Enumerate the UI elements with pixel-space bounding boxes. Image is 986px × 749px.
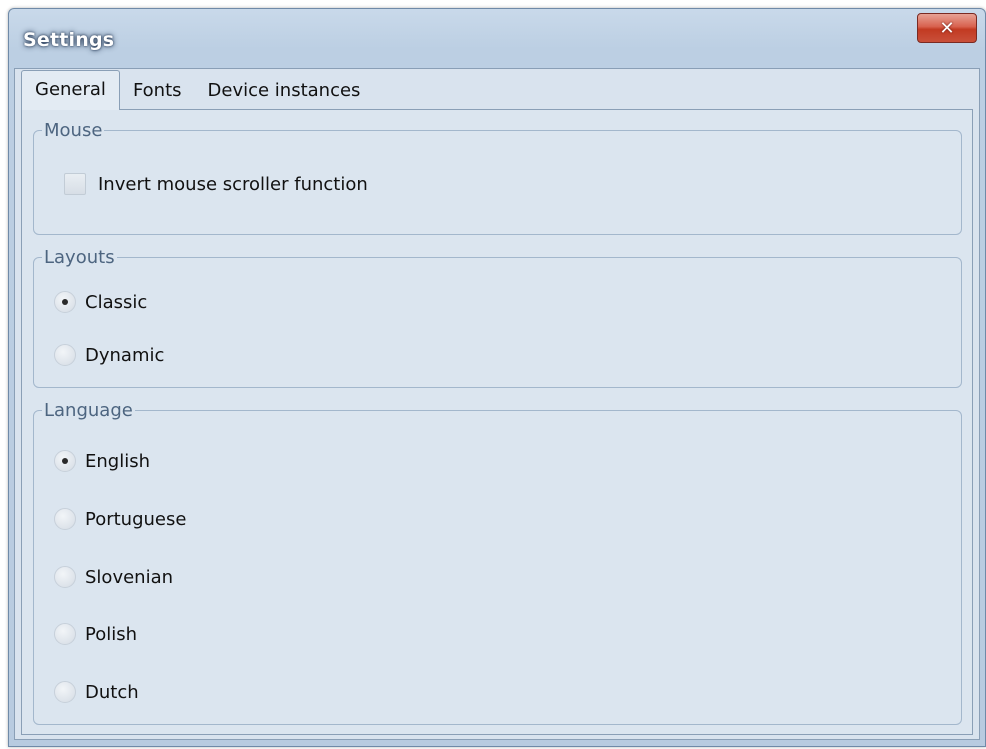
slovenian-label: Slovenian (85, 566, 174, 588)
dutch-label: Dutch (85, 681, 139, 703)
mouse-group-legend: Mouse (44, 120, 103, 141)
close-icon: ✕ (939, 17, 955, 39)
title-bar[interactable]: Settings ✕ (9, 9, 985, 67)
general-tab-panel: Mouse Invert mouse scroller function Lay… (21, 109, 973, 735)
layout-option-classic[interactable]: Classic (54, 288, 147, 316)
language-option-english[interactable]: English (54, 447, 150, 475)
portuguese-radio[interactable] (54, 508, 76, 530)
tab-general[interactable]: General (21, 70, 120, 110)
close-button[interactable]: ✕ (917, 13, 977, 43)
layouts-group: Layouts Classic Dynamic (33, 247, 962, 388)
language-option-slovenian[interactable]: Slovenian (54, 563, 173, 591)
window-title: Settings (23, 29, 115, 51)
invert-scroller-option[interactable]: Invert mouse scroller function (64, 170, 368, 198)
language-option-polish[interactable]: Polish (54, 620, 137, 648)
language-option-dutch[interactable]: Dutch (54, 678, 139, 706)
language-group: Language English Portuguese Slovenian Po… (33, 400, 962, 725)
classic-label: Classic (85, 291, 148, 313)
tab-fonts[interactable]: Fonts (120, 73, 195, 109)
polish-radio[interactable] (54, 623, 76, 645)
polish-label: Polish (85, 623, 138, 645)
tab-strip: General Fonts Device instances (21, 69, 374, 110)
dynamic-radio[interactable] (54, 344, 76, 366)
layouts-group-legend: Layouts (44, 247, 115, 268)
dutch-radio[interactable] (54, 681, 76, 703)
tab-device-instances[interactable]: Device instances (195, 73, 374, 109)
mouse-group: Mouse Invert mouse scroller function (33, 120, 962, 235)
portuguese-label: Portuguese (85, 508, 187, 530)
slovenian-radio[interactable] (54, 566, 76, 588)
classic-radio[interactable] (54, 291, 76, 313)
language-group-legend: Language (44, 400, 133, 421)
language-option-portuguese[interactable]: Portuguese (54, 505, 186, 533)
invert-scroller-label: Invert mouse scroller function (98, 173, 368, 195)
layout-option-dynamic[interactable]: Dynamic (54, 341, 164, 369)
dynamic-label: Dynamic (85, 344, 165, 366)
english-label: English (85, 450, 150, 472)
english-radio[interactable] (54, 450, 76, 472)
invert-scroller-checkbox[interactable] (64, 173, 86, 195)
settings-window: Settings ✕ General Fonts Device instance… (8, 8, 986, 747)
client-area: General Fonts Device instances Mouse Inv… (14, 68, 980, 740)
